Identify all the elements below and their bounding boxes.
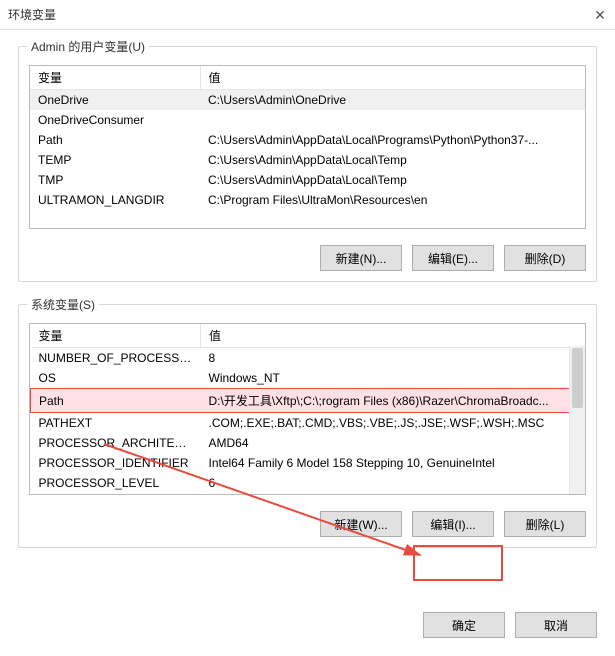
cell-value: Windows_NT [201, 368, 585, 389]
cell-name: TMP [30, 170, 200, 190]
sys-scrollbar[interactable] [569, 346, 585, 494]
table-row[interactable]: ULTRAMON_LANGDIRC:\Program Files\UltraMo… [30, 190, 585, 210]
table-row[interactable]: TEMPC:\Users\Admin\AppData\Local\Temp [30, 150, 585, 170]
cancel-button[interactable]: 取消 [515, 612, 597, 638]
cell-value: .COM;.EXE;.BAT;.CMD;.VBS;.VBE;.JS;.JSE;.… [201, 413, 585, 434]
cell-value: C:\Users\Admin\AppData\Local\Programs\Py… [200, 130, 585, 150]
user-vars-table-wrap: 变量 值 OneDriveC:\Users\Admin\OneDriveOneD… [29, 65, 586, 229]
table-row[interactable]: PROCESSOR_IDENTIFIERIntel64 Family 6 Mod… [31, 453, 585, 473]
user-vars-group-label: Admin 的用户变量(U) [27, 38, 149, 55]
table-row[interactable]: PROCESSOR_ARCHITECT...AMD64 [31, 433, 585, 453]
sys-delete-button[interactable]: 删除(L) [504, 511, 586, 537]
scrollbar-thumb[interactable] [572, 348, 583, 408]
table-row[interactable]: PathC:\Users\Admin\AppData\Local\Program… [30, 130, 585, 150]
titlebar: 环境变量 ✕ [0, 0, 615, 30]
user-col-name[interactable]: 变量 [30, 66, 200, 90]
sys-col-name[interactable]: 变量 [31, 324, 201, 348]
cell-value [200, 110, 585, 130]
sys-edit-button[interactable]: 编辑(I)... [412, 511, 494, 537]
cell-name: OneDrive [30, 90, 200, 111]
cell-value: C:\Program Files\UltraMon\Resources\en [200, 190, 585, 210]
close-icon[interactable]: ✕ [591, 6, 609, 24]
sys-col-value[interactable]: 值 [201, 324, 585, 348]
cell-name: PROCESSOR_IDENTIFIER [31, 453, 201, 473]
cell-name: OS [31, 368, 201, 389]
cell-value: 8 [201, 348, 585, 369]
cell-value: AMD64 [201, 433, 585, 453]
ok-button[interactable]: 确定 [423, 612, 505, 638]
cell-name: PATHEXT [31, 413, 201, 434]
cell-name: PROCESSOR_ARCHITECT... [31, 433, 201, 453]
table-row[interactable]: PathD:\开发工具\Xftp\;C:\;rogram Files (x86)… [31, 389, 585, 413]
cell-name: PROCESSOR_LEVEL [31, 473, 201, 493]
sys-vars-table-wrap: 变量 值 NUMBER_OF_PROCESSORS8OSWindows_NTPa… [29, 323, 586, 495]
user-col-value[interactable]: 值 [200, 66, 585, 90]
cell-name: TEMP [30, 150, 200, 170]
user-edit-button[interactable]: 编辑(E)... [412, 245, 494, 271]
user-btn-row: 新建(N)... 编辑(E)... 删除(D) [29, 245, 586, 271]
table-row[interactable]: NUMBER_OF_PROCESSORS8 [31, 348, 585, 369]
sys-new-button[interactable]: 新建(W)... [320, 511, 402, 537]
user-vars-table[interactable]: 变量 值 OneDriveC:\Users\Admin\OneDriveOneD… [30, 66, 585, 210]
cell-name: NUMBER_OF_PROCESSORS [31, 348, 201, 369]
window-title: 环境变量 [8, 6, 56, 23]
sys-btn-row: 新建(W)... 编辑(I)... 删除(L) [29, 511, 586, 537]
table-row[interactable]: OSWindows_NT [31, 368, 585, 389]
table-row[interactable]: PROCESSOR_LEVEL6 [31, 473, 585, 493]
cell-value: C:\Users\Admin\AppData\Local\Temp [200, 170, 585, 190]
dialog-content: Admin 的用户变量(U) 变量 值 OneDriveC:\Users\Adm… [0, 30, 615, 568]
user-new-button[interactable]: 新建(N)... [320, 245, 402, 271]
cell-value: C:\Users\Admin\OneDrive [200, 90, 585, 111]
cell-name: OneDriveConsumer [30, 110, 200, 130]
cell-value: Intel64 Family 6 Model 158 Stepping 10, … [201, 453, 585, 473]
table-row[interactable]: PATHEXT.COM;.EXE;.BAT;.CMD;.VBS;.VBE;.JS… [31, 413, 585, 434]
dialog-bottom-row: 确定 取消 [423, 612, 615, 656]
sys-vars-group: 系统变量(S) 变量 值 NUMBER_OF_PROCESSORS8OSWind… [18, 304, 597, 548]
cell-name: Path [31, 389, 201, 413]
cell-value: 6 [201, 473, 585, 493]
cell-name: ULTRAMON_LANGDIR [30, 190, 200, 210]
user-vars-group: Admin 的用户变量(U) 变量 值 OneDriveC:\Users\Adm… [18, 46, 597, 282]
sys-vars-table[interactable]: 变量 值 NUMBER_OF_PROCESSORS8OSWindows_NTPa… [30, 324, 585, 493]
cell-value: D:\开发工具\Xftp\;C:\;rogram Files (x86)\Raz… [201, 389, 585, 413]
sys-vars-group-label: 系统变量(S) [27, 296, 99, 313]
table-row[interactable]: OneDriveConsumer [30, 110, 585, 130]
cell-value: C:\Users\Admin\AppData\Local\Temp [200, 150, 585, 170]
table-row[interactable]: TMPC:\Users\Admin\AppData\Local\Temp [30, 170, 585, 190]
table-row[interactable]: OneDriveC:\Users\Admin\OneDrive [30, 90, 585, 111]
user-delete-button[interactable]: 删除(D) [504, 245, 586, 271]
cell-name: Path [30, 130, 200, 150]
